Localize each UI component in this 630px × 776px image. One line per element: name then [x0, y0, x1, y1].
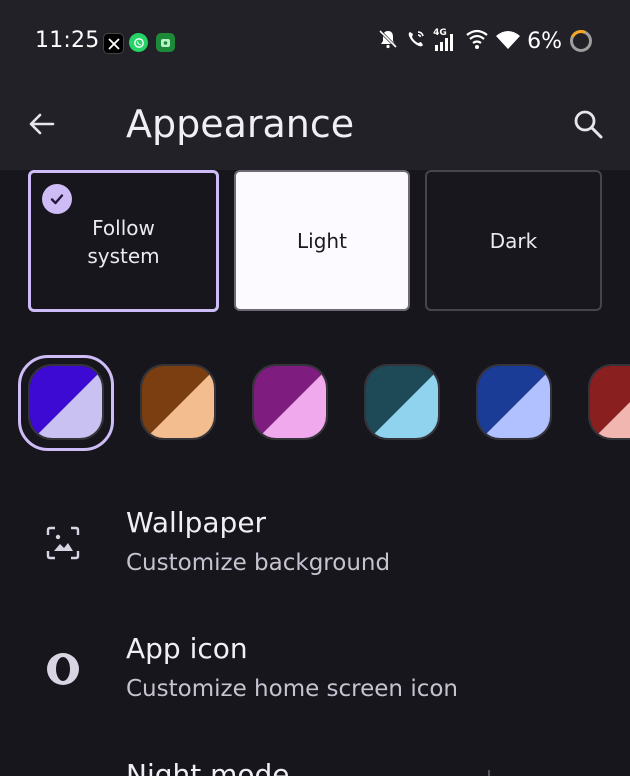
- wallpaper-icon: [42, 522, 84, 564]
- night-mode-divider: [488, 770, 490, 776]
- back-button[interactable]: [22, 104, 62, 144]
- theme-option-light[interactable]: Light: [234, 170, 410, 311]
- bell-off-icon: [377, 28, 399, 54]
- settings-item-subtitle: Customize background: [126, 550, 391, 576]
- battery-icon: [570, 30, 592, 52]
- theme-option-label: Follow system: [87, 216, 160, 268]
- theme-option-dark[interactable]: Dark: [425, 170, 602, 311]
- status-time: 11:25: [35, 28, 100, 53]
- theme-option-label: Light: [297, 228, 347, 253]
- page-title: Appearance: [126, 102, 355, 146]
- wifi-hotspot-icon: [465, 28, 489, 54]
- vpn-icon: [156, 33, 175, 52]
- color-swatch-teal[interactable]: [364, 364, 440, 440]
- color-swatch-violet[interactable]: [28, 364, 104, 440]
- settings-item-subtitle: Customize home screen icon: [126, 676, 459, 702]
- battery-percent: 6%: [527, 28, 562, 54]
- opera-icon: [42, 648, 84, 690]
- color-swatch-brown[interactable]: [140, 364, 216, 440]
- wifi-icon: [495, 28, 521, 54]
- app-bar: Appearance: [0, 86, 630, 170]
- whatsapp-icon: [129, 33, 148, 52]
- search-button[interactable]: [568, 104, 608, 144]
- color-swatch-blue[interactable]: [476, 364, 552, 440]
- settings-item-title: App icon: [126, 632, 248, 665]
- color-swatch-purple[interactable]: [252, 364, 328, 440]
- check-icon: [42, 184, 72, 214]
- x-icon: [103, 33, 124, 54]
- settings-item-app-icon[interactable]: App icon Customize home screen icon: [0, 616, 630, 728]
- wifi-call-icon: [405, 28, 427, 54]
- theme-options: Follow system Light Dark: [28, 170, 608, 312]
- status-indicators: 4G 6%: [377, 28, 592, 54]
- theme-option-label: Dark: [489, 228, 538, 253]
- color-swatch-red[interactable]: [588, 364, 630, 440]
- color-swatch-row: [0, 352, 630, 454]
- settings-item-night-mode[interactable]: Night mode: [0, 742, 630, 776]
- signal-4g-icon: 4G: [433, 28, 459, 52]
- theme-option-follow-system[interactable]: Follow system: [28, 170, 219, 312]
- search-icon: [574, 110, 603, 139]
- status-bar: 11:25 4G 6%: [0, 0, 630, 86]
- settings-item-wallpaper[interactable]: Wallpaper Customize background: [0, 490, 630, 602]
- settings-item-title: Wallpaper: [126, 506, 267, 539]
- settings-item-title: Night mode: [126, 758, 290, 776]
- arrow-left-icon: [29, 113, 55, 135]
